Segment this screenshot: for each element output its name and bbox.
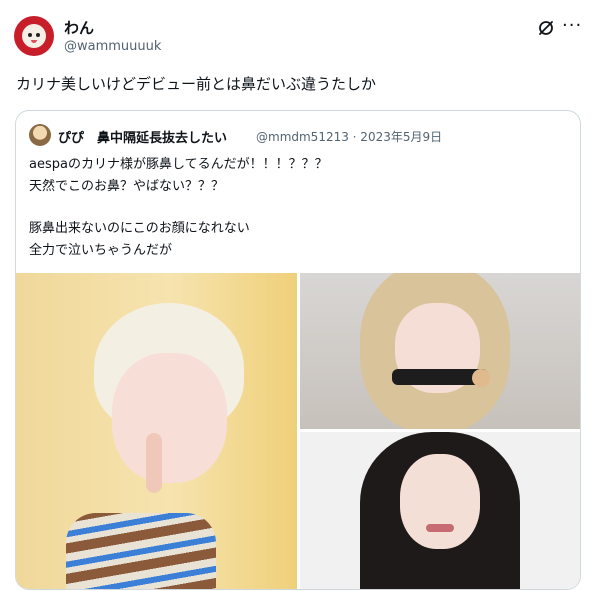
quoted-text-line-4: 全力で泣いちゃうんだが — [29, 243, 173, 258]
photo-3-face — [400, 454, 480, 549]
photo-1[interactable] — [16, 273, 297, 589]
author-handle[interactable]: @wammuuuuk — [64, 39, 161, 54]
avatar-face — [22, 24, 46, 48]
quoted-text-line-3: 豚鼻出来ないのにこのお顔になれない — [29, 221, 250, 236]
photo-1-finger — [146, 433, 162, 493]
photo-3-lips — [426, 524, 454, 532]
photo-1-sleeve — [66, 513, 216, 589]
quoted-tweet[interactable]: ぴぴ 鼻中隔延長抜去したい @mmdm51213 · 2023年5月9日 aes… — [15, 110, 581, 590]
quoted-text-line-2: 天然でこのお鼻？やばない？？？ — [29, 179, 225, 194]
author-name[interactable]: わん — [64, 17, 94, 38]
photo-2[interactable] — [300, 273, 580, 429]
more-icon[interactable]: ··· — [562, 17, 582, 38]
tweet-text: カリナ美しいけどデビュー前とは鼻だいぶ違うたしか — [16, 75, 377, 93]
quoted-author-name[interactable]: ぴぴ 鼻中隔延長抜去したい — [58, 127, 227, 146]
quoted-author-avatar[interactable] — [29, 124, 51, 146]
quoted-text-line-1: aespaのカリナ様が豚鼻してるんだが！！！？？？ — [29, 157, 328, 172]
avatar-eye-left — [28, 33, 32, 37]
photo-3[interactable] — [300, 432, 580, 589]
photo-2-mic — [472, 369, 490, 387]
grok-icon[interactable] — [536, 18, 556, 38]
avatar-eye-right — [36, 33, 40, 37]
photo-1-face — [112, 353, 227, 483]
quoted-author-handle[interactable]: @mmdm51213 · 2023年5月9日 — [256, 128, 442, 145]
author-avatar[interactable] — [14, 16, 54, 56]
